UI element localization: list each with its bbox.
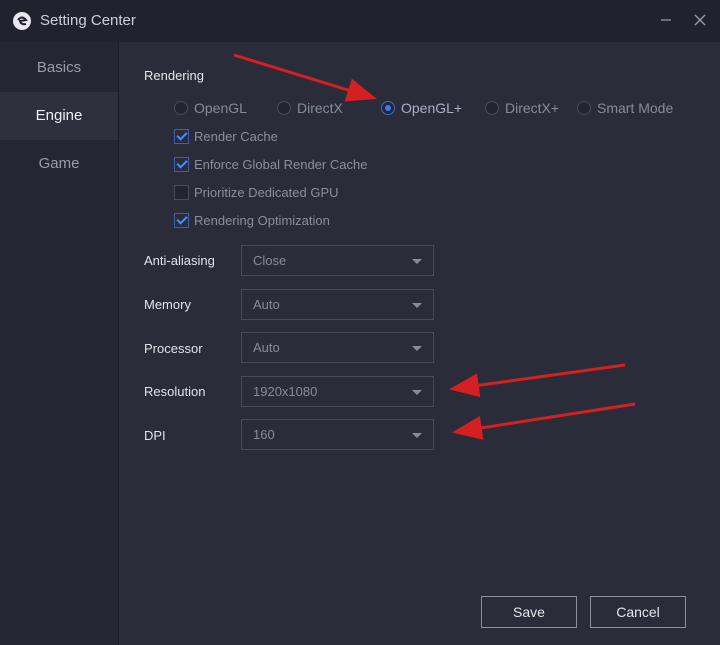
- radio-label: Smart Mode: [597, 100, 674, 116]
- radio-dot: [577, 101, 591, 115]
- radio-directx[interactable]: DirectX: [277, 98, 343, 118]
- chevron-down-icon: [412, 390, 422, 395]
- anti-aliasing-select[interactable]: Close: [241, 245, 434, 276]
- radio-label: DirectX+: [505, 100, 560, 116]
- sidebar-item-game[interactable]: Game: [0, 140, 118, 188]
- radio-smart-mode[interactable]: Smart Mode: [577, 98, 673, 118]
- resolution-select[interactable]: 1920x1080: [241, 376, 434, 407]
- checkbox-label: Render Cache: [194, 128, 278, 144]
- checkbox-box: [174, 212, 189, 228]
- chevron-down-icon: [412, 259, 422, 264]
- checkbox-label: Enforce Global Render Cache: [194, 156, 368, 172]
- cancel-button[interactable]: Cancel: [590, 596, 686, 628]
- radio-opengl[interactable]: OpenGL: [174, 98, 247, 118]
- close-icon[interactable]: [690, 10, 710, 30]
- checkbox-prioritize-dedicated-gpu[interactable]: Prioritize Dedicated GPU: [174, 183, 339, 201]
- radio-label: OpenGL: [194, 100, 247, 116]
- radio-dot: [485, 101, 499, 115]
- checkbox-label: Prioritize Dedicated GPU: [194, 184, 339, 200]
- chevron-down-icon: [412, 346, 422, 351]
- checkbox-box: [174, 128, 189, 144]
- select-value: Close: [253, 253, 287, 268]
- radio-label: DirectX: [297, 100, 343, 116]
- processor-label: Processor: [144, 341, 203, 356]
- dpi-select[interactable]: 160: [241, 419, 434, 450]
- radio-dot: [381, 101, 395, 115]
- select-value: 160: [253, 427, 275, 442]
- radio-label: OpenGL+: [401, 100, 463, 116]
- checkbox-rendering-optimization[interactable]: Rendering Optimization: [174, 211, 330, 229]
- anti-aliasing-label: Anti-aliasing: [144, 253, 215, 268]
- select-value: Auto: [253, 340, 280, 355]
- memory-select[interactable]: Auto: [241, 289, 434, 320]
- checkbox-enforce-global-render-cache[interactable]: Enforce Global Render Cache: [174, 155, 367, 173]
- sidebar: Basics Engine Game: [0, 42, 119, 645]
- radio-opengl-plus[interactable]: OpenGL+: [381, 98, 462, 118]
- chevron-down-icon: [412, 433, 422, 438]
- minimize-icon[interactable]: [656, 10, 676, 30]
- radio-dot: [174, 101, 188, 115]
- radio-directx-plus[interactable]: DirectX+: [485, 98, 559, 118]
- checkbox-box: [174, 184, 189, 200]
- title-bar: Setting Center: [0, 0, 720, 42]
- rendering-section-title: Rendering: [144, 68, 204, 83]
- checkbox-box: [174, 156, 189, 172]
- checkbox-render-cache[interactable]: Render Cache: [174, 127, 278, 145]
- checkbox-label: Rendering Optimization: [194, 212, 330, 228]
- sidebar-item-engine[interactable]: Engine: [0, 92, 118, 140]
- select-value: Auto: [253, 297, 280, 312]
- chevron-down-icon: [412, 303, 422, 308]
- select-value: 1920x1080: [253, 384, 318, 399]
- save-button[interactable]: Save: [481, 596, 577, 628]
- processor-select[interactable]: Auto: [241, 332, 434, 363]
- settings-panel: Rendering OpenGL DirectX OpenGL+ DirectX…: [119, 42, 720, 645]
- resolution-label: Resolution: [144, 384, 206, 399]
- sidebar-item-basics[interactable]: Basics: [0, 44, 118, 92]
- dpi-label: DPI: [144, 428, 166, 443]
- window-title: Setting Center: [40, 12, 136, 29]
- app-logo-icon: [13, 12, 31, 30]
- memory-label: Memory: [144, 297, 191, 312]
- radio-dot: [277, 101, 291, 115]
